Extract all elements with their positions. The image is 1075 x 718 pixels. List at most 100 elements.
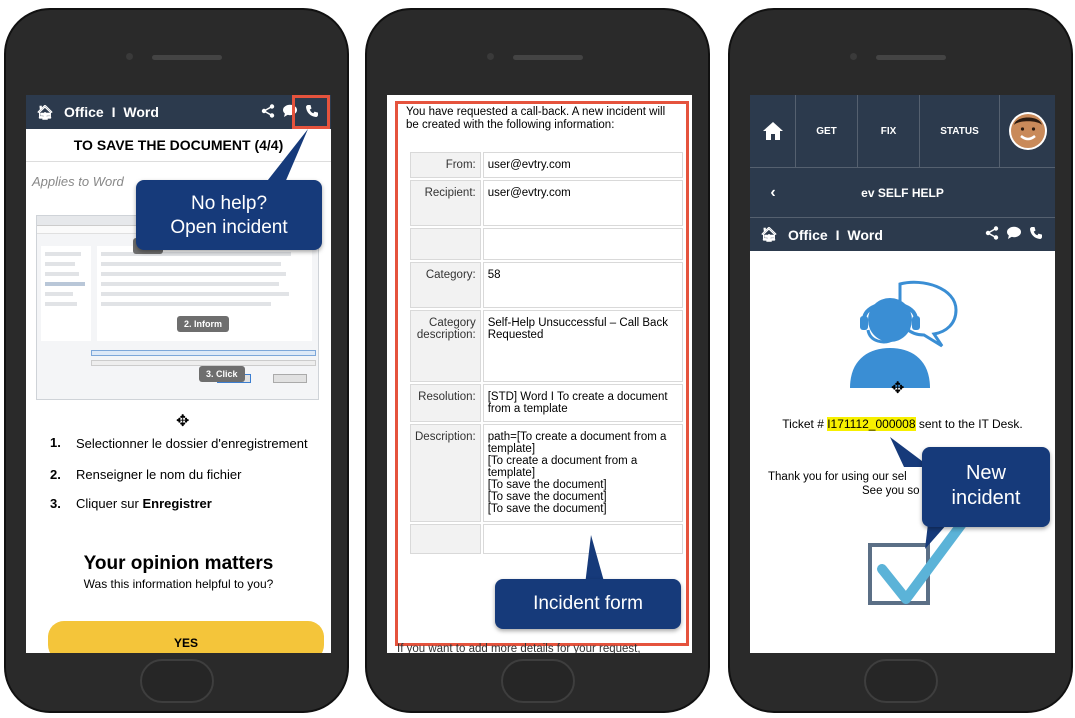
field-value: 58: [482, 262, 683, 309]
dialog-sidebar: [41, 246, 91, 341]
table-row: Category description: Self-Help Unsucces…: [410, 310, 683, 383]
dialog-form: [41, 346, 316, 386]
step-number: 1.: [50, 435, 61, 450]
step-item: 3. Cliquer sur Enregistrer: [50, 496, 315, 511]
more-details-text: If you want to add more details for your…: [397, 643, 641, 653]
incident-intro: You have requested a call-back. A new in…: [406, 106, 666, 132]
table-row: [410, 524, 683, 555]
callout-line-2: incident: [951, 487, 1021, 509]
ticket-id: I171112_000008: [827, 417, 916, 431]
step-item: 2. Renseigner le nom du fichier: [50, 467, 315, 482]
phone-frame-3: GET FIX STATUS ‹ ev SELF HELP 🏠︎ Office …: [728, 8, 1073, 713]
callout-pointer: [264, 129, 308, 185]
step-text-plain: Cliquer sur: [76, 495, 143, 511]
share-icon[interactable]: [257, 103, 279, 121]
field-value: [482, 228, 683, 261]
move-cursor-icon: ✥: [891, 380, 905, 397]
table-row: From: user@evtry.com: [410, 152, 683, 179]
breadcrumb-separator: I: [111, 104, 116, 120]
step-text-bold: Enregistrer: [142, 495, 212, 511]
callout-line-1: No help?: [190, 193, 268, 214]
field-label: Category:: [410, 262, 481, 309]
field-value: user@evtry.com: [482, 180, 683, 227]
top-menu: GET FIX STATUS: [750, 95, 1055, 167]
callout-line-1: New: [965, 462, 1006, 484]
speaker: [151, 55, 222, 60]
breadcrumb-separator: I: [835, 226, 840, 243]
navbar: 🏠︎ Office I Word: [26, 95, 331, 129]
menu-get[interactable]: GET: [796, 95, 858, 167]
table-row: [410, 228, 683, 261]
callout-open-incident: No help? Open incident: [136, 180, 322, 250]
home-button[interactable]: [863, 659, 938, 703]
field-label: Category description:: [410, 310, 481, 383]
share-icon[interactable]: [981, 226, 1003, 243]
page-title: ev SELF HELP: [861, 185, 944, 200]
field-value: path=[To create a document from a templa…: [482, 424, 683, 523]
camera: [850, 53, 857, 60]
menu-status[interactable]: STATUS: [920, 95, 1000, 167]
field-value: [482, 524, 683, 555]
incident-form: You have requested a call-back. A new in…: [395, 101, 689, 646]
breadcrumb-office[interactable]: Office: [64, 104, 104, 120]
field-value: user@evtry.com: [482, 152, 683, 179]
phone-frame-2: You have requested a call-back. A new in…: [365, 8, 710, 713]
table-row: Description: path=[To create a document …: [410, 424, 683, 523]
agent-headset-icon: [850, 280, 958, 388]
incident-table: From: user@evtry.com Recipient: user@evt…: [408, 150, 685, 556]
back-chevron-icon[interactable]: ‹: [750, 184, 796, 202]
home-icon[interactable]: 🏠︎: [34, 104, 56, 121]
home-icon[interactable]: [750, 95, 796, 167]
field-label: Resolution:: [410, 384, 481, 423]
step-list: 1. Selectionner le dossier d'enregistrem…: [50, 435, 315, 525]
callout-pointer: [585, 535, 605, 585]
screen-3: GET FIX STATUS ‹ ev SELF HELP 🏠︎ Office …: [750, 95, 1055, 653]
menu-fix[interactable]: FIX: [858, 95, 920, 167]
callout-incident-form: Incident form: [495, 579, 681, 629]
opinion-subtitle: Was this information helpful to you?: [83, 577, 274, 591]
title-bar: ‹ ev SELF HELP: [750, 167, 1055, 217]
navbar: 🏠︎ Office I Word: [750, 217, 1055, 251]
ticket-suffix: sent to the IT Desk.: [915, 417, 1023, 431]
field-label: Recipient:: [410, 180, 481, 227]
home-button[interactable]: [139, 659, 214, 703]
step-tag-2: 2. Inform: [177, 316, 230, 332]
step-number: 2.: [50, 466, 61, 482]
callout-new-incident: New incident: [922, 447, 1050, 527]
breadcrumb: Office I Word: [64, 104, 257, 120]
table-row: Resolution: [STD] Word I To create a doc…: [410, 384, 683, 423]
breadcrumb-office[interactable]: Office: [788, 227, 828, 243]
camera: [126, 53, 133, 60]
field-value: Self-Help Unsuccessful – Call Back Reque…: [482, 310, 683, 383]
phone-icon[interactable]: [1025, 226, 1047, 243]
chat-icon[interactable]: [1003, 226, 1025, 243]
table-row: Recipient: user@evtry.com: [410, 180, 683, 227]
breadcrumb-word[interactable]: Word: [847, 227, 883, 243]
breadcrumb-word[interactable]: Word: [123, 104, 159, 120]
step-item: 1. Selectionner le dossier d'enregistrem…: [50, 435, 315, 453]
screen-1: 🏠︎ Office I Word TO SAVE THE DOCUMENT (4…: [26, 95, 331, 653]
table-row: Category: 58: [410, 262, 683, 309]
screen-2: You have requested a call-back. A new in…: [387, 95, 692, 653]
camera: [487, 53, 494, 60]
breadcrumb: Office I Word: [788, 227, 981, 243]
step-text: Cliquer sur Enregistrer: [76, 496, 212, 511]
home-icon[interactable]: 🏠︎: [758, 226, 780, 243]
field-value: [STD] Word I To create a document from a…: [482, 384, 683, 423]
step-text: Selectionner le dossier d'enregistrement: [76, 436, 308, 451]
field-label: [410, 524, 481, 555]
phone-frame-1: 🏠︎ Office I Word TO SAVE THE DOCUMENT (4…: [4, 8, 349, 713]
move-cursor-icon: ✥: [176, 413, 190, 430]
ticket-confirmation: Ticket # I171112_000008 sent to the IT D…: [750, 417, 1055, 431]
avatar[interactable]: [1000, 95, 1055, 167]
home-button[interactable]: [500, 659, 575, 703]
ticket-prefix: Ticket #: [782, 417, 828, 431]
step-text: Renseigner le nom du fichier: [76, 466, 242, 482]
field-label: From:: [410, 152, 481, 179]
field-label: Description:: [410, 424, 481, 523]
opinion-title: Your opinion matters: [83, 553, 274, 574]
phone-icon-highlight: [292, 95, 330, 129]
field-label: [410, 228, 481, 261]
step-number: 3.: [50, 495, 61, 511]
yes-button[interactable]: YES: [48, 621, 324, 653]
